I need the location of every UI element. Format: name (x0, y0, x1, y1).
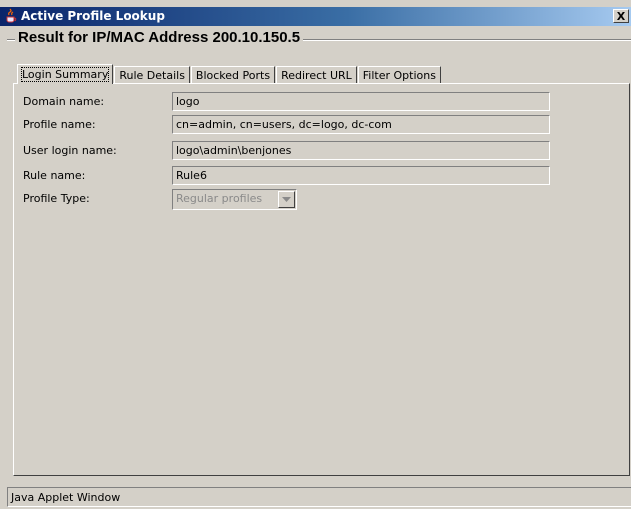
dropdown-button[interactable] (278, 191, 295, 208)
domain-field[interactable]: logo (172, 92, 550, 111)
rule-label: Rule name: (23, 169, 86, 182)
close-button[interactable]: X (613, 9, 629, 23)
user-login-label: User login name: (23, 144, 117, 157)
rule-field[interactable]: Rule6 (172, 166, 550, 185)
tab-login-summary[interactable]: Login Summary (17, 64, 114, 84)
profile-row: Profile name: cn=admin, cn=users, dc=log… (14, 115, 629, 135)
domain-label: Domain name: (23, 95, 105, 108)
tab-redirect-url[interactable]: Redirect URL (276, 66, 357, 84)
profile-type-value: Regular profiles (176, 192, 263, 205)
title-bar[interactable]: Active Profile Lookup X (0, 7, 631, 26)
user-login-row: User login name: logo\admin\benjones (14, 141, 629, 161)
profile-field[interactable]: cn=admin, cn=users, dc=logo, dc-com (172, 115, 550, 134)
page-title: Result for IP/MAC Address 200.10.150.5 (15, 29, 304, 46)
tab-blocked-ports[interactable]: Blocked Ports (190, 66, 276, 84)
tab-label: Login Summary (20, 67, 110, 82)
status-text: Java Applet Window (11, 491, 121, 504)
applet-window: Active Profile Lookup X Result for IP/MA… (0, 0, 631, 509)
user-login-field[interactable]: logo\admin\benjones (172, 141, 550, 160)
profile-type-label: Profile Type: (23, 192, 90, 205)
result-group-header: Result for IP/MAC Address 200.10.150.5 (7, 27, 631, 57)
profile-label: Profile name: (23, 118, 96, 131)
tab-label: Rule Details (119, 69, 185, 82)
domain-row: Domain name: logo (14, 92, 629, 112)
rule-row: Rule name: Rule6 (14, 166, 629, 186)
tab-label: Blocked Ports (195, 69, 271, 82)
tab-strip: Login Summary Rule Details Blocked Ports… (17, 64, 442, 84)
profile-type-row: Profile Type: Regular profiles (14, 189, 629, 210)
login-summary-panel: Domain name: logo Profile name: cn=admin… (13, 83, 630, 476)
window-title: Active Profile Lookup (21, 9, 165, 23)
tab-filter-options[interactable]: Filter Options (357, 66, 441, 84)
profile-type-select[interactable]: Regular profiles (172, 189, 297, 210)
chevron-down-icon (282, 197, 291, 202)
tab-label: Filter Options (362, 69, 436, 82)
java-cup-icon (3, 8, 19, 24)
tab-rule-details[interactable]: Rule Details (114, 66, 190, 84)
status-bar: Java Applet Window (7, 487, 631, 507)
tab-label: Redirect URL (281, 69, 352, 82)
